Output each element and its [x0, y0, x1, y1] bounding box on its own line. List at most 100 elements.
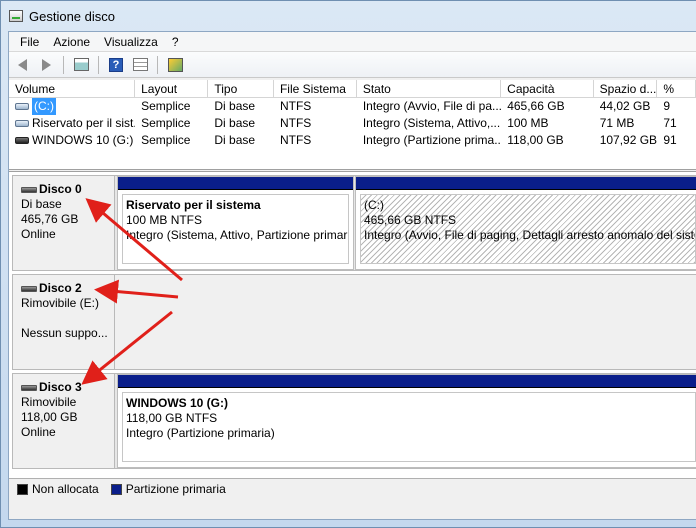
- partition-system-reserved[interactable]: Riservato per il sistema 100 MB NTFS Int…: [117, 176, 354, 270]
- partition-size: 118,00 GB NTFS: [126, 411, 218, 425]
- partition-status: Integro (Avvio, File di paging, Dettagli…: [364, 228, 696, 242]
- toolbar-separator: [98, 55, 99, 74]
- column-header-tipo[interactable]: Tipo: [208, 80, 274, 97]
- menu-help[interactable]: ?: [165, 35, 186, 49]
- volume-name: WINDOWS 10 (G:): [32, 133, 134, 147]
- cell-percent: 9: [663, 99, 671, 113]
- disk-status: Online: [21, 227, 56, 241]
- disk-name: Disco 0: [39, 182, 82, 196]
- disk-label[interactable]: Disco 2 Rimovibile (E:) Nessun suppo...: [12, 274, 115, 370]
- partition-status: Integro (Sistema, Attivo, Partizione pri…: [126, 228, 349, 242]
- menu-bar: File Azione Visualizza ?: [9, 32, 696, 52]
- menu-visualizza[interactable]: Visualizza: [97, 35, 165, 49]
- disk-name: Disco 2: [39, 281, 82, 295]
- cell-capacita: 465,66 GB: [507, 99, 565, 113]
- cell-fs: NTFS: [279, 99, 312, 113]
- legend-item-unallocated: Non allocata: [17, 482, 99, 496]
- legend-swatch: [17, 483, 28, 495]
- disk-status: Nessun suppo...: [21, 326, 108, 340]
- disk-status: Online: [21, 425, 56, 439]
- disk-size: 465,76 GB: [21, 212, 79, 226]
- column-header-layout[interactable]: Layout: [135, 80, 209, 97]
- cell-spazio: 107,92 GB: [599, 133, 658, 147]
- disk-row-3: Disco 3 Rimovibile 118,00 GB Online WIND…: [9, 373, 696, 469]
- volume-list-header: Volume Layout Tipo File Sistema Stato Ca…: [9, 80, 696, 98]
- cell-fs: NTFS: [279, 133, 312, 147]
- forward-arrow-icon[interactable]: [36, 55, 56, 75]
- partition-name: (C:): [364, 198, 384, 212]
- disk-size: [21, 311, 114, 326]
- legend-label: Partizione primaria: [125, 481, 226, 496]
- title-bar[interactable]: Gestione disco: [1, 1, 696, 31]
- disk-icon: [21, 186, 37, 193]
- menu-file[interactable]: File: [13, 35, 46, 49]
- legend-item-primary: Partizione primaria: [110, 481, 226, 496]
- partition-size: 465,66 GB NTFS: [364, 213, 457, 227]
- column-header-spazio[interactable]: Spazio d...: [594, 80, 658, 97]
- legend-swatch: [110, 483, 122, 495]
- cell-fs: NTFS: [279, 116, 312, 130]
- partition-g[interactable]: WINDOWS 10 (G:) 118,00 GB NTFS Integro (…: [117, 374, 696, 468]
- table-row[interactable]: WINDOWS 10 (G:) Semplice Di base NTFS In…: [9, 132, 696, 149]
- volume-list: Volume Layout Tipo File Sistema Stato Ca…: [9, 80, 696, 170]
- cell-stato: Integro (Partizione prima...: [362, 133, 502, 147]
- cell-percent: 71: [663, 116, 677, 130]
- disk-label[interactable]: Disco 3 Rimovibile 118,00 GB Online: [12, 373, 115, 469]
- column-header-percent[interactable]: %: [657, 80, 696, 97]
- disk-type: Di base: [21, 197, 62, 211]
- cell-spazio: 44,02 GB: [599, 99, 651, 113]
- disk-icon: [21, 384, 37, 391]
- client-area: File Azione Visualizza ? ? Volume Layout…: [8, 31, 696, 520]
- list-view-icon[interactable]: [130, 55, 150, 75]
- column-header-capacita[interactable]: Capacità: [501, 80, 594, 97]
- legend: Non allocata Partizione primaria: [9, 478, 696, 498]
- empty-disk-area: [115, 274, 696, 370]
- partition-name: WINDOWS 10 (G:): [126, 396, 228, 410]
- cell-capacita: 100 MB: [507, 116, 549, 130]
- drive-icon: [15, 103, 29, 110]
- window-title: Gestione disco: [29, 8, 115, 24]
- disk-type: Rimovibile: [21, 395, 77, 409]
- partition-size: 100 MB NTFS: [126, 213, 203, 227]
- disk-icon: [21, 285, 37, 292]
- toolbar: ?: [9, 52, 696, 78]
- cell-tipo: Di base: [214, 99, 256, 113]
- cell-layout: Semplice: [141, 99, 191, 113]
- drive-icon: [15, 120, 29, 127]
- toolbar-separator: [63, 55, 64, 74]
- disk-size: 118,00 GB: [21, 410, 78, 424]
- column-header-stato[interactable]: Stato: [357, 80, 502, 97]
- table-row[interactable]: Riservato per il sist... Semplice Di bas…: [9, 115, 696, 132]
- disk-type: Rimovibile (E:): [21, 296, 100, 310]
- toolbar-separator: [157, 55, 158, 74]
- disk-management-app-icon: [9, 10, 23, 22]
- partition-name: Riservato per il sistema: [126, 198, 261, 212]
- partition-c[interactable]: (C:) 465,66 GB NTFS Integro (Avvio, File…: [355, 176, 696, 270]
- disk-management-window: Gestione disco File Azione Visualizza ? …: [0, 0, 696, 528]
- volume-name: Riservato per il sist...: [32, 116, 136, 130]
- disk-name: Disco 3: [39, 380, 82, 394]
- disk-label[interactable]: Disco 0 Di base 465,76 GB Online: [12, 175, 115, 271]
- menu-azione[interactable]: Azione: [46, 35, 97, 49]
- cell-layout: Semplice: [141, 116, 191, 130]
- check-icon[interactable]: [165, 55, 185, 75]
- cell-stato: Integro (Sistema, Attivo,...: [362, 116, 501, 130]
- disk-row-0: Disco 0 Di base 465,76 GB Online Riserva…: [9, 175, 696, 271]
- help-icon[interactable]: ?: [106, 55, 126, 75]
- legend-label: Non allocata: [32, 481, 99, 496]
- volume-name: (C:): [32, 98, 56, 115]
- cell-layout: Semplice: [141, 133, 191, 147]
- back-arrow-icon[interactable]: [12, 55, 32, 75]
- cell-tipo: Di base: [214, 133, 256, 147]
- partition-status: Integro (Partizione primaria): [126, 426, 275, 440]
- cell-stato: Integro (Avvio, File di pa...: [362, 99, 502, 113]
- column-header-volume[interactable]: Volume: [9, 80, 136, 97]
- cell-percent: 91: [663, 133, 677, 147]
- column-header-file-system[interactable]: File Sistema: [274, 80, 357, 97]
- removable-drive-icon: [15, 137, 29, 144]
- table-row[interactable]: (C:) Semplice Di base NTFS Integro (Avvi…: [9, 98, 696, 115]
- cell-tipo: Di base: [214, 116, 256, 130]
- disk-row-2: Disco 2 Rimovibile (E:) Nessun suppo...: [9, 274, 696, 370]
- properties-icon[interactable]: [71, 55, 91, 75]
- disk-graph-area: Disco 0 Di base 465,76 GB Online Riserva…: [9, 171, 696, 493]
